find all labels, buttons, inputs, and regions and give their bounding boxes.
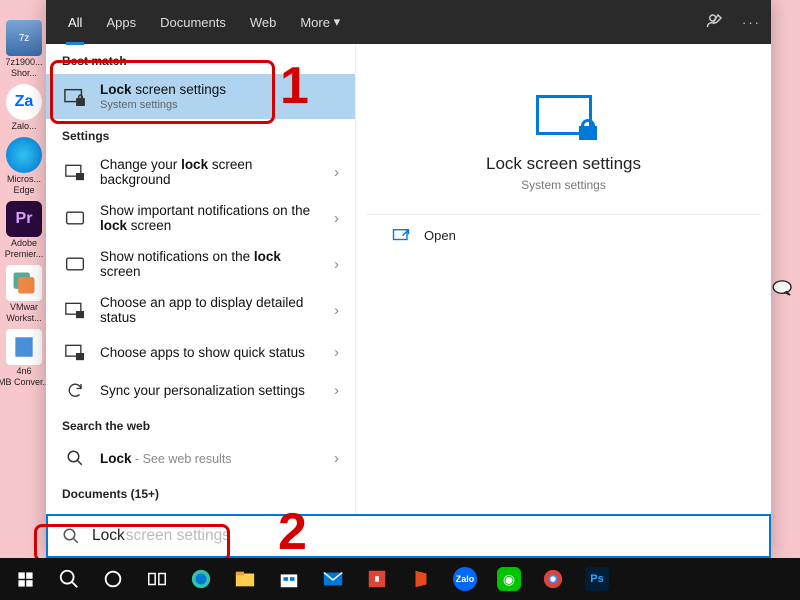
chrome-icon[interactable] xyxy=(532,559,574,599)
section-best-match: Best match xyxy=(46,44,355,74)
line-icon[interactable]: ◉ xyxy=(488,559,530,599)
mail-icon[interactable] xyxy=(312,559,354,599)
office-icon[interactable] xyxy=(400,559,442,599)
explorer-icon[interactable] xyxy=(224,559,266,599)
detail-subtitle: System settings xyxy=(521,178,606,192)
chevron-right-icon: › xyxy=(334,450,339,467)
result-web-lock[interactable]: Lock - See web results › xyxy=(46,439,355,477)
open-icon xyxy=(392,227,410,243)
result-show-notifications[interactable]: Show notifications on the lock screen › xyxy=(46,241,355,287)
tab-more[interactable]: More ▾ xyxy=(288,0,352,44)
desktop-icon[interactable]: Micros...Edge xyxy=(2,137,46,195)
search-panel: All Apps Documents Web More ▾ ··· Best m… xyxy=(46,0,771,558)
section-documents: Documents (15+) xyxy=(46,477,355,507)
chevron-right-icon: › xyxy=(334,344,339,361)
task-view-icon[interactable] xyxy=(136,559,178,599)
more-icon[interactable]: ··· xyxy=(742,15,761,30)
section-search-web: Search the web xyxy=(46,409,355,439)
tab-documents[interactable]: Documents xyxy=(148,0,238,44)
photoshop-icon[interactable]: Ps xyxy=(576,559,618,599)
zalo-icon[interactable]: Zalo xyxy=(444,559,486,599)
desktop-icon[interactable]: VMwarWorkst... xyxy=(2,265,46,323)
search-icon xyxy=(62,527,80,545)
desktop-icon[interactable]: 7z7z1900...Shor... xyxy=(2,20,46,78)
search-autocomplete-hint: screen settings xyxy=(126,527,230,545)
tab-web[interactable]: Web xyxy=(238,0,289,44)
desktop-icons: 7z7z1900...Shor... ZaZalo... Micros...Ed… xyxy=(2,20,46,387)
feedback-icon[interactable] xyxy=(706,12,724,33)
chevron-right-icon: › xyxy=(334,164,339,181)
cortana-icon[interactable] xyxy=(92,559,134,599)
search-detail-pane: Lock screen settings System settings Ope… xyxy=(356,44,771,558)
result-sync-personalization[interactable]: Sync your personalization settings › xyxy=(46,371,355,409)
edge-icon[interactable] xyxy=(180,559,222,599)
search-input-bar[interactable]: Lock screen settings xyxy=(46,514,771,558)
desktop-icon[interactable]: 4n6MB Conver... xyxy=(2,329,46,387)
taskbar-search-icon[interactable] xyxy=(48,559,90,599)
speech-bubble-icon xyxy=(772,280,794,296)
desktop-icon[interactable]: PrAdobePremier... xyxy=(2,201,46,259)
result-quick-status[interactable]: Choose apps to show quick status › xyxy=(46,333,355,371)
taskbar: Zalo ◉ Ps xyxy=(0,558,800,600)
detail-action-open[interactable]: Open xyxy=(366,214,761,255)
store-icon[interactable] xyxy=(268,559,310,599)
chevron-right-icon: › xyxy=(334,256,339,273)
result-change-background[interactable]: Change your lock screen background › xyxy=(46,149,355,195)
tab-apps[interactable]: Apps xyxy=(94,0,148,44)
music-icon[interactable] xyxy=(356,559,398,599)
lock-screen-icon xyxy=(529,90,599,140)
result-lock-screen-settings[interactable]: Lock screen settingsSystem settings xyxy=(46,74,355,119)
desktop-icon[interactable]: ZaZalo... xyxy=(2,84,46,131)
search-tabs-header: All Apps Documents Web More ▾ ··· xyxy=(46,0,771,44)
tab-all[interactable]: All xyxy=(56,0,94,44)
chevron-down-icon: ▾ xyxy=(334,14,341,30)
chevron-right-icon: › xyxy=(334,302,339,319)
chevron-right-icon: › xyxy=(334,382,339,399)
chevron-right-icon: › xyxy=(334,210,339,227)
result-detailed-status[interactable]: Choose an app to display detailed status… xyxy=(46,287,355,333)
section-settings: Settings xyxy=(46,119,355,149)
start-button[interactable] xyxy=(4,559,46,599)
search-results-list: Best match Lock screen settingsSystem se… xyxy=(46,44,356,558)
result-important-notifications[interactable]: Show important notifications on the lock… xyxy=(46,195,355,241)
search-typed-text: Lock xyxy=(92,527,125,545)
detail-title: Lock screen settings xyxy=(486,154,641,174)
